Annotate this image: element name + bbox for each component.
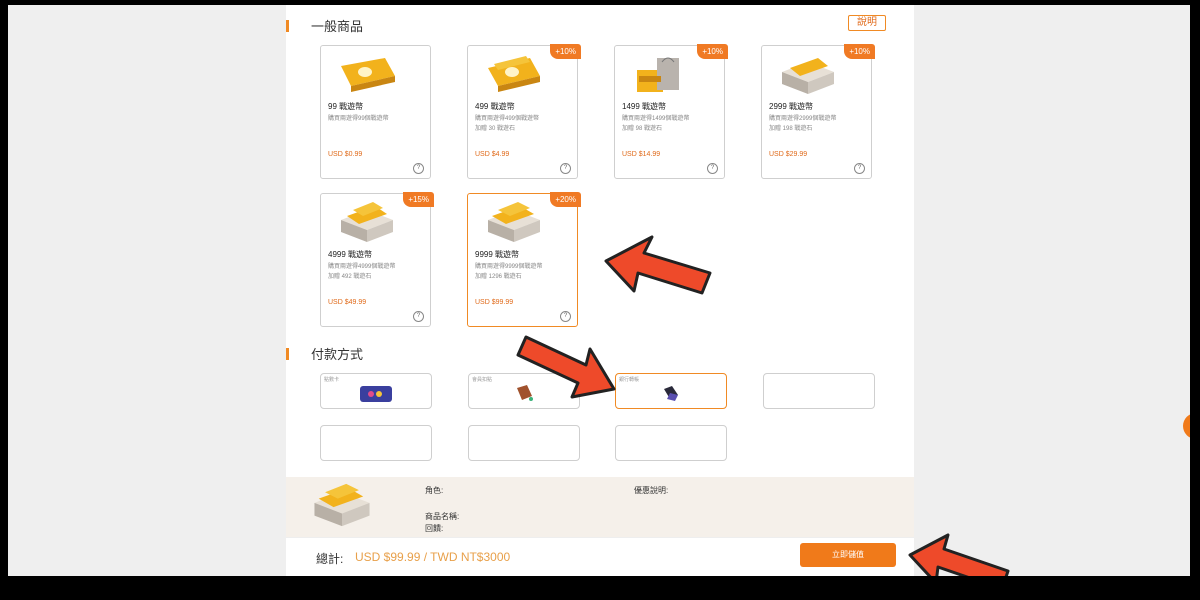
product-card-4999[interactable]: +15% 4999 戰遊幣 購買兩遊得4999個戰遊幣 加贈 492 戰遊石 US… [320,192,434,327]
payment-option-bank[interactable]: 銀行轉帳 [615,373,727,409]
help-button[interactable]: 說明 [848,15,886,31]
question-icon[interactable]: ? [854,163,865,174]
product-desc: 購買兩遊得99個戰遊幣 [328,116,389,122]
annotation-arrow-icon [516,335,616,399]
page-frame: 一般商品 說明 99 戰遊幣 購買兩遊得99個戰遊幣 USD $0.99 ? +… [8,5,1190,576]
payment-section-header: 付款方式 [286,344,363,363]
total-label: 總計: [316,552,344,566]
product-price: USD $4.99 [475,151,510,158]
bonus-label: 回饋: [425,524,444,533]
payment-option-empty[interactable] [763,373,875,409]
product-card-2999[interactable]: +10% 2999 戰遊幣 購買兩遊得2999個戰遊幣 加贈 198 戰遊石 US… [761,44,875,179]
product-card-1499[interactable]: +10% 1499 戰遊幣 購買兩遊得1499個戰遊幣 加贈 98 戰遊石 USD… [614,44,728,179]
product-price: USD $99.99 [475,299,514,306]
coin-bag-icon [341,58,395,92]
question-icon[interactable]: ? [707,163,718,174]
product-price: USD $0.99 [328,151,363,158]
selected-product-image [314,483,370,527]
product-card-9999[interactable]: +20% 9999 戰遊幣 購買兩遊得9999個戰遊幣 加贈 1296 戰遊石 U… [467,192,581,327]
product-card-99[interactable]: 99 戰遊幣 購買兩遊得99個戰遊幣 USD $0.99 ? [320,45,431,179]
bonus-badge: +10% [697,44,728,59]
product-card-499[interactable]: +10% 499 戰遊幣 購買兩遊得499個戰遊幣 加贈 30 戰遊石 USD $… [467,44,581,179]
payment-label: 點數卡 [324,377,340,383]
product-title: 1499 戰遊幣 [622,102,667,111]
payment-label: 會員扣點 [472,377,493,383]
product-desc: 購買兩遊得499個戰遊幣 加贈 30 戰遊石 [475,116,540,132]
section-marker [286,19,289,32]
gold-crate-icon [782,58,834,94]
payment-option-empty[interactable] [320,425,432,461]
question-icon[interactable]: ? [413,163,424,174]
payment-section-title: 付款方式 [311,347,364,362]
product-title: 4999 戰遊幣 [328,250,373,259]
side-collapse-tab[interactable]: « [1183,413,1190,439]
question-icon[interactable]: ? [560,311,571,322]
question-icon[interactable]: ? [560,163,571,174]
bonus-badge: +20% [550,192,581,207]
question-icon[interactable]: ? [413,311,424,322]
product-name-label: 商品名稱: [425,512,460,521]
card-icon [360,386,392,403]
product-desc: 購買兩遊得1499個戰遊幣 加贈 98 戰遊石 [622,116,690,132]
general-section-header: 一般商品 [286,16,363,35]
buy-now-button[interactable]: 立即儲值 [800,543,896,567]
bank-icon [664,386,678,402]
product-desc: 購買兩遊得9999個戰遊幣 加贈 1296 戰遊石 [475,264,543,280]
product-desc: 購買兩遊得4999個戰遊幣 加贈 492 戰遊石 [328,264,396,280]
product-price: USD $29.99 [769,151,808,158]
role-label: 角色: [425,486,444,495]
discount-label: 優惠說明: [634,486,669,495]
order-summary: 角色: 優惠說明: 商品名稱: 回饋: [286,477,914,539]
product-desc: 購買兩遊得2999個戰遊幣 加贈 198 戰遊石 [769,116,837,132]
coin-bag-icon [488,56,540,92]
payment-option-empty[interactable] [468,425,580,461]
product-title: 499 戰遊幣 [475,102,515,111]
bonus-badge: +15% [403,192,434,207]
general-section-title: 一般商品 [311,19,364,34]
payment-option-card[interactable]: 點數卡 [320,373,432,409]
bonus-badge: +10% [550,44,581,59]
gold-crate-icon [488,202,540,242]
annotation-arrow-icon [908,533,1010,576]
section-marker [286,347,289,360]
bonus-badge: +10% [844,44,875,59]
product-price: USD $49.99 [328,299,367,306]
product-title: 2999 戰遊幣 [769,102,814,111]
product-title: 99 戰遊幣 [328,102,364,111]
shopping-bag-icon [637,57,679,92]
total-value: USD $99.99 / TWD NT$3000 [355,550,511,564]
product-title: 9999 戰遊幣 [475,250,520,259]
gold-crate-icon [341,202,393,242]
total-bar: 總計: USD $99.99 / TWD NT$3000 立即儲值 [286,537,914,576]
product-price: USD $14.99 [622,151,661,158]
payment-option-empty[interactable] [615,425,727,461]
annotation-arrow-icon [604,235,712,295]
